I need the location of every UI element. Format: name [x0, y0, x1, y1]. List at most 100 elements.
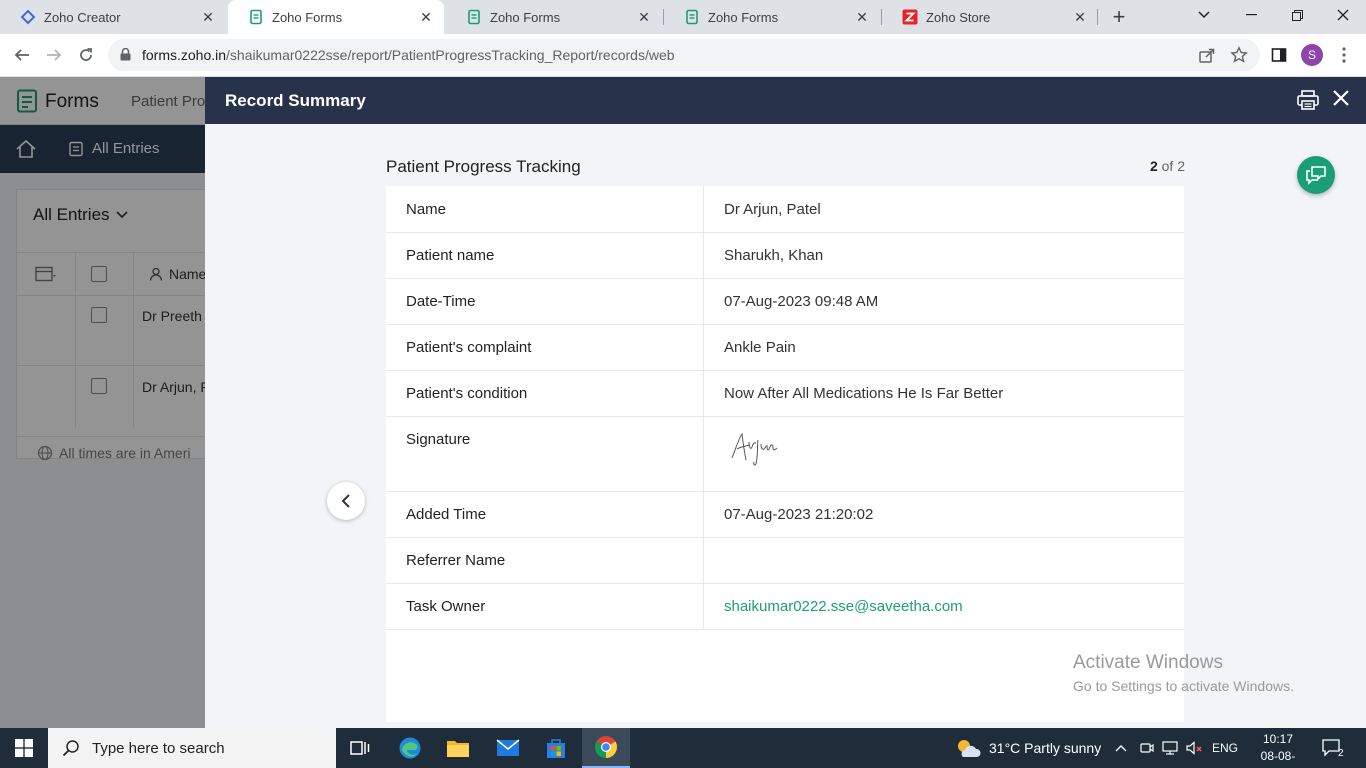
close-icon[interactable] [1331, 88, 1351, 113]
reload-icon[interactable] [72, 41, 100, 69]
notification-count: 2 [1338, 747, 1344, 759]
taskbar-search-input[interactable]: Type here to search [48, 728, 336, 768]
lock-icon[interactable] [120, 47, 131, 66]
chat-support-button[interactable] [1297, 156, 1335, 194]
share-icon[interactable] [1198, 46, 1216, 69]
field-label: Date-Time [406, 293, 476, 310]
restore-icon[interactable] [1274, 0, 1320, 30]
tab-zoho-creator[interactable]: Zoho Creator ✕ [0, 0, 226, 34]
field-row-condition: Patient's condition Now After All Medica… [386, 370, 1184, 417]
field-label: Patient's condition [406, 385, 528, 402]
tab-zoho-forms[interactable]: Zoho Forms ✕ [664, 0, 880, 34]
minimize-icon[interactable] [1228, 0, 1274, 30]
task-owner-email-link[interactable]: shaikumar0222.sse@saveetha.com [724, 598, 963, 615]
tab-search-chevron-icon[interactable] [1181, 0, 1227, 30]
chrome-browser-icon[interactable] [582, 728, 630, 768]
meet-now-icon[interactable] [1140, 728, 1154, 768]
field-row-patient-name: Patient name Sharukh, Khan [386, 232, 1184, 279]
search-icon [62, 740, 79, 757]
field-row-referrer-name: Referrer Name [386, 537, 1184, 584]
close-icon[interactable]: ✕ [1072, 9, 1088, 25]
field-value: Dr Arjun, Patel [724, 201, 821, 218]
record-title: Patient Progress Tracking [386, 157, 581, 176]
field-label: Patient name [406, 247, 495, 264]
record-details-card: Name Dr Arjun, Patel Patient name Sharuk… [386, 186, 1184, 722]
mail-icon[interactable] [484, 728, 532, 768]
windows-taskbar: Type here to search 31°C Partly sunny EN… [0, 728, 1366, 768]
side-panel-icon[interactable] [1265, 41, 1293, 69]
forward-arrow-icon[interactable] [40, 41, 68, 69]
notifications-icon[interactable]: 2 [1322, 728, 1344, 768]
signature-image[interactable] [730, 428, 782, 473]
record-total: of 2 [1161, 158, 1185, 174]
address-bar[interactable]: forms.zoho.in/shaikumar0222sse/report/Pa… [108, 39, 1260, 71]
field-label: Added Time [406, 506, 487, 523]
back-arrow-icon[interactable] [8, 41, 36, 69]
weather-text: 31°C Partly sunny [989, 740, 1102, 756]
task-view-icon[interactable] [336, 728, 384, 768]
browser-tabstrip: Zoho Creator ✕ Zoho Forms ✕ Zoho Forms ✕… [0, 0, 1366, 34]
new-tab-button[interactable]: + [1106, 4, 1132, 30]
tab-zoho-store[interactable]: Zoho Store ✕ [882, 0, 1098, 34]
record-index: 2 [1149, 158, 1158, 174]
url-text[interactable]: forms.zoho.in/shaikumar0222sse/report/Pa… [142, 47, 675, 63]
language-indicator[interactable]: ENG [1212, 728, 1238, 768]
tab-title: Zoho Forms [708, 9, 779, 25]
close-icon[interactable]: ✕ [636, 9, 652, 25]
field-label: Signature [406, 431, 471, 448]
zoho-forms-icon [248, 9, 264, 25]
network-icon[interactable] [1162, 728, 1180, 768]
more-menu-icon[interactable] [1330, 41, 1358, 69]
partly-sunny-icon [958, 740, 981, 757]
zoho-creator-icon [20, 9, 36, 25]
zoho-forms-icon [466, 9, 482, 25]
print-icon[interactable] [1297, 90, 1319, 115]
close-icon[interactable]: ✕ [418, 9, 434, 25]
field-value: Sharukh, Khan [724, 247, 824, 264]
tab-title: Zoho Creator [44, 9, 121, 25]
panel-header: Record Summary [205, 77, 1366, 124]
field-label: Referrer Name [406, 552, 506, 569]
tab-title: Zoho Forms [490, 9, 561, 25]
tab-zoho-forms[interactable]: Zoho Forms ✕ [446, 0, 662, 34]
field-value: Now After All Medications He Is Far Bett… [724, 385, 1004, 402]
weather-widget[interactable]: 31°C Partly sunny [955, 728, 1101, 768]
field-row-signature: Signature [386, 416, 1184, 492]
windows-start-icon[interactable] [0, 728, 48, 768]
clock-time: 10:17 [1262, 732, 1294, 746]
record-summary-panel: Record Summary Patient Progress Tracking… [205, 77, 1366, 728]
field-label: Name [406, 201, 447, 218]
field-row-complaint: Patient's complaint Ankle Pain [386, 324, 1184, 371]
system-clock[interactable]: 10:17 08-08-2023 [1248, 731, 1308, 768]
microsoft-store-icon[interactable] [532, 728, 580, 768]
url-path: /shaikumar0222sse/report/PatientProgress… [226, 47, 675, 63]
record-counter: 2 of 2 [1105, 158, 1185, 174]
panel-title: Record Summary [225, 91, 366, 110]
tab-zoho-forms-active[interactable]: Zoho Forms ✕ [228, 0, 444, 34]
window-close-icon[interactable] [1320, 0, 1366, 30]
watermark-title: Activate Windows [1073, 652, 1223, 673]
zoho-store-icon [902, 9, 918, 25]
field-value: 07-Aug-2023 09:48 AM [724, 293, 879, 310]
tab-divider [1097, 9, 1098, 25]
url-host: forms.zoho.in [142, 47, 227, 63]
edge-browser-icon[interactable] [386, 728, 434, 768]
close-icon[interactable]: ✕ [200, 9, 216, 25]
volume-muted-icon[interactable] [1186, 728, 1204, 768]
close-icon[interactable]: ✕ [854, 9, 870, 25]
field-row-added-time: Added Time 07-Aug-2023 21:20:02 [386, 491, 1184, 538]
chevron-left-icon [341, 494, 350, 508]
web-page: Forms Patient Pro All Entries All Entrie… [0, 77, 1366, 728]
previous-record-button[interactable] [327, 482, 365, 520]
browser-toolbar: forms.zoho.in/shaikumar0222sse/report/Pa… [0, 34, 1366, 77]
bookmark-star-icon[interactable] [1230, 46, 1248, 69]
profile-avatar[interactable]: S [1301, 44, 1323, 66]
watermark-subtitle: Go to Settings to activate Windows. [1073, 678, 1294, 694]
show-hidden-icons-chevron-icon[interactable] [1115, 728, 1127, 768]
field-value: Ankle Pain [724, 339, 796, 356]
field-label: Patient's complaint [406, 339, 532, 356]
chat-icon [1306, 166, 1326, 185]
file-explorer-icon[interactable] [434, 728, 482, 768]
field-row-task-owner: Task Owner shaikumar0222.sse@saveetha.co… [386, 583, 1184, 630]
field-value: 07-Aug-2023 21:20:02 [724, 506, 874, 523]
